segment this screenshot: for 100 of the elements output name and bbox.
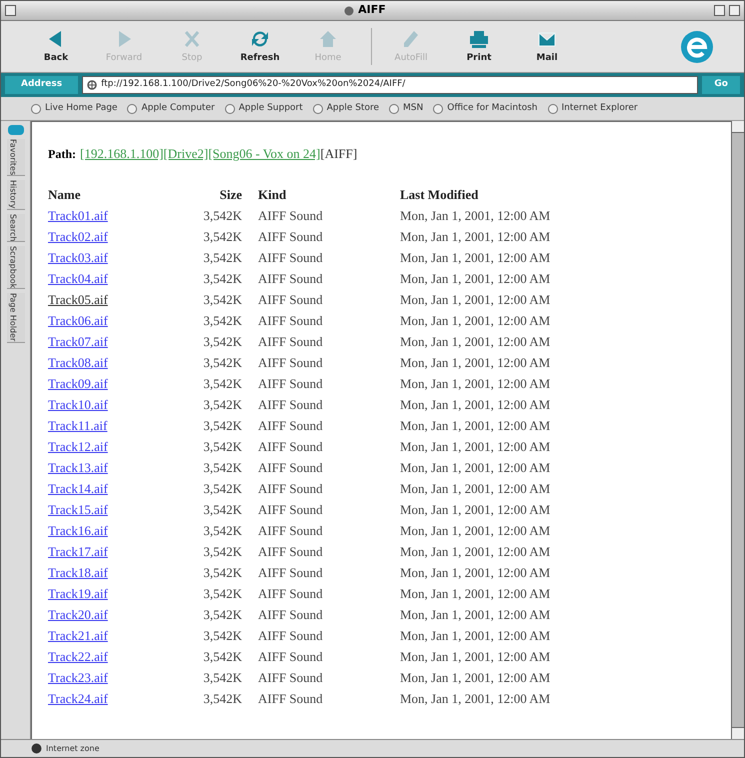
file-link[interactable]: Track16.aif bbox=[48, 522, 108, 538]
size-cell-text: 3,542K bbox=[202, 542, 243, 560]
kind-cell-text: AIFF Sound bbox=[258, 480, 324, 498]
kind-cell-text: AIFF Sound bbox=[258, 648, 324, 666]
path-link[interactable]: [Drive2] bbox=[163, 144, 208, 164]
kind-cell-text: AIFF Sound bbox=[258, 228, 324, 246]
favorite-button[interactable]: Apple Computer bbox=[127, 102, 215, 116]
file-link[interactable]: Track14.aif bbox=[48, 480, 108, 496]
favorite-button[interactable]: Live Home Page bbox=[31, 102, 118, 116]
size-cell-text: 3,542K bbox=[202, 648, 243, 666]
path-link[interactable]: [Song06 - Vox on 24] bbox=[208, 144, 320, 164]
file-link[interactable]: Track20.aif bbox=[48, 606, 108, 622]
file-link[interactable]: Track01.aif bbox=[48, 208, 108, 222]
size-cell-text: 3,542K bbox=[202, 438, 243, 456]
path-current-folder: [AIFF] bbox=[320, 145, 358, 163]
size-cell-text: 3,542K bbox=[202, 626, 243, 644]
address-field[interactable]: ftp://192.168.1.100/Drive2/Song06%20-%20Vox%20on%2024/AIFF/ bbox=[82, 76, 698, 94]
file-link[interactable]: Track15.aif bbox=[48, 502, 108, 516]
modified-cell-text: Mon, Jan 1, 2001, 12:00 AM bbox=[400, 500, 552, 518]
favorite-icon bbox=[127, 104, 138, 114]
sidebar-tab[interactable]: Favorites bbox=[6, 139, 24, 176]
modified-cell-text: Mon, Jan 1, 2001, 12:00 AM bbox=[400, 396, 552, 414]
size-cell-text: 3,542K bbox=[202, 270, 243, 288]
file-link[interactable]: Track19.aif bbox=[48, 586, 108, 600]
size-cell-text: 3,542K bbox=[202, 480, 243, 498]
file-link[interactable]: Track13.aif bbox=[48, 460, 108, 474]
scrollbar[interactable] bbox=[731, 121, 744, 739]
kind-cell-text: AIFF Sound bbox=[258, 458, 324, 476]
collapse-box[interactable] bbox=[729, 5, 740, 16]
kind-cell-text: AIFF Sound bbox=[258, 354, 324, 372]
modified-cell-text: Mon, Jan 1, 2001, 12:00 AM bbox=[400, 248, 552, 266]
sidebar-tab[interactable]: Scrapbook bbox=[6, 246, 24, 290]
size-cell-text: 3,542K bbox=[202, 206, 243, 224]
file-link[interactable]: Track02.aif bbox=[48, 228, 108, 244]
modified-cell-text: Mon, Jan 1, 2001, 12:00 AM bbox=[400, 480, 552, 498]
size-cell-text: 3,542K bbox=[202, 228, 243, 246]
file-link[interactable]: Track11.aif bbox=[48, 418, 108, 432]
kind-cell-text: AIFF Sound bbox=[258, 312, 324, 330]
size-cell-text: 3,542K bbox=[202, 458, 243, 476]
kind-cell-text: AIFF Sound bbox=[258, 396, 324, 414]
toolbar-button[interactable]: Refresh bbox=[235, 28, 285, 66]
modified-cell-text: Mon, Jan 1, 2001, 12:00 AM bbox=[400, 458, 552, 476]
file-link[interactable]: Track05.aif bbox=[48, 292, 108, 306]
file-link[interactable]: Track12.aif bbox=[48, 438, 108, 454]
kind-cell-text: AIFF Sound bbox=[258, 500, 324, 518]
file-link[interactable]: Track23.aif bbox=[48, 670, 108, 684]
file-link[interactable]: Track04.aif bbox=[48, 270, 108, 286]
kind-cell-text: AIFF Sound bbox=[258, 542, 324, 560]
path-link[interactable]: [192.168.1.100] bbox=[80, 144, 164, 164]
toolbar-button[interactable]: Mail bbox=[522, 28, 572, 66]
kind-cell-text: AIFF Sound bbox=[258, 332, 324, 350]
modified-cell-text: Mon, Jan 1, 2001, 12:00 AM bbox=[400, 626, 552, 644]
modified-cell-text: Mon, Jan 1, 2001, 12:00 AM bbox=[400, 312, 552, 330]
toolbar-button[interactable]: Back bbox=[31, 28, 81, 66]
modified-cell-text: Mon, Jan 1, 2001, 12:00 AM bbox=[400, 648, 552, 666]
file-link[interactable]: Track18.aif bbox=[48, 564, 108, 580]
sidebar-tab[interactable]: Page Holder bbox=[6, 293, 24, 343]
e-logo-icon bbox=[680, 30, 714, 64]
modified-cell-text: Mon, Jan 1, 2001, 12:00 AM bbox=[400, 542, 552, 560]
zoom-box[interactable] bbox=[714, 5, 725, 16]
size-cell-text: 3,542K bbox=[202, 564, 243, 582]
kind-cell-text: AIFF Sound bbox=[258, 606, 324, 624]
file-link[interactable]: Track09.aif bbox=[48, 376, 108, 390]
size-cell-text: 3,542K bbox=[202, 332, 243, 350]
favorite-button[interactable]: MSN bbox=[389, 102, 424, 116]
favorite-icon bbox=[312, 104, 323, 114]
favorite-button[interactable]: Apple Store bbox=[312, 102, 380, 116]
size-cell-text: 3,542K bbox=[202, 584, 243, 602]
size-cell-text: 3,542K bbox=[202, 522, 243, 540]
size-cell-text: 3,542K bbox=[202, 248, 243, 266]
favorite-button[interactable]: Apple Support bbox=[224, 102, 303, 116]
close-box[interactable] bbox=[5, 5, 16, 16]
file-link[interactable]: Track10.aif bbox=[48, 396, 108, 412]
favorite-icon bbox=[389, 104, 400, 114]
size-cell-text: 3,542K bbox=[202, 668, 243, 686]
kind-cell-text: AIFF Sound bbox=[258, 668, 324, 686]
kind-cell-text: AIFF Sound bbox=[258, 584, 324, 602]
file-link[interactable]: Track21.aif bbox=[48, 628, 108, 642]
toolbar-button[interactable]: Print bbox=[454, 28, 504, 66]
file-link[interactable]: Track08.aif bbox=[48, 354, 108, 370]
size-cell-text: 3,542K bbox=[202, 354, 243, 372]
sidebar-tab[interactable]: Search bbox=[6, 214, 24, 242]
favorite-icon bbox=[548, 104, 558, 114]
kind-cell-text: AIFF Sound bbox=[258, 290, 324, 308]
modified-cell-text: Mon, Jan 1, 2001, 12:00 AM bbox=[400, 438, 552, 456]
favorite-button[interactable]: Internet Explorer bbox=[548, 102, 638, 116]
modified-cell-text: Mon, Jan 1, 2001, 12:00 AM bbox=[400, 290, 552, 308]
modified-cell-text: Mon, Jan 1, 2001, 12:00 AM bbox=[400, 522, 552, 540]
file-link[interactable]: Track24.aif bbox=[48, 690, 108, 706]
file-link[interactable]: Track17.aif bbox=[48, 544, 108, 558]
file-link[interactable]: Track07.aif bbox=[48, 334, 108, 348]
file-link[interactable]: Track22.aif bbox=[48, 648, 108, 664]
file-link[interactable]: Track06.aif bbox=[48, 312, 108, 328]
column-header: Kind bbox=[258, 186, 288, 204]
file-link[interactable]: Track03.aif bbox=[48, 250, 108, 264]
favorite-button[interactable]: Office for Macintosh bbox=[433, 102, 538, 116]
sidebar-tab[interactable]: History bbox=[6, 180, 24, 210]
kind-cell-text: AIFF Sound bbox=[258, 270, 324, 288]
modified-cell-text: Mon, Jan 1, 2001, 12:00 AM bbox=[400, 690, 552, 708]
address-label: Address bbox=[5, 76, 78, 94]
